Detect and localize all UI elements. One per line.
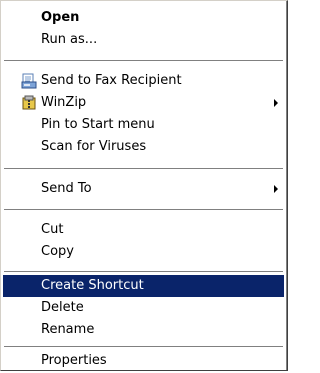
menu-item-pin-to-start-menu[interactable]: Pin to Start menu [3,114,284,136]
submenu-arrow-icon [274,99,278,107]
menu-item-label: Rename [41,322,95,337]
menu-item-copy[interactable]: Copy [3,241,284,263]
menu-item-send-to[interactable]: Send To [3,178,284,200]
menu-item-label: Properties [41,353,107,368]
menu-item-label: WinZip [41,95,87,110]
context-menu: Open Run as... Send to Fax Recipient Win… [0,0,288,371]
menu-separator [4,209,283,211]
menu-item-winzip[interactable]: WinZip [3,92,284,114]
menu-item-label: Delete [41,300,84,315]
menu-item-properties[interactable]: Properties [3,350,284,372]
menu-separator [4,271,283,273]
menu-item-label: Scan for Viruses [41,139,147,154]
menu-item-create-shortcut[interactable]: Create Shortcut [3,275,284,297]
menu-item-open[interactable]: Open [3,7,284,29]
menu-item-run-as[interactable]: Run as... [3,29,284,51]
submenu-arrow-icon [274,185,278,193]
menu-item-label: Cut [41,222,64,237]
menu-item-label: Send to Fax Recipient [41,73,182,88]
menu-item-cut[interactable]: Cut [3,219,284,241]
menu-item-delete[interactable]: Delete [3,297,284,319]
winzip-icon [21,95,37,111]
menu-item-label: Run as... [41,32,98,47]
menu-item-label: Open [41,10,80,25]
menu-separator [4,346,283,348]
menu-item-label: Create Shortcut [41,278,144,293]
menu-separator [4,168,283,170]
menu-separator [4,60,283,62]
menu-item-label: Send To [41,181,92,196]
menu-item-rename[interactable]: Rename [3,319,284,341]
menu-item-label: Copy [41,244,74,259]
menu-item-label: Pin to Start menu [41,117,155,132]
menu-item-scan-for-viruses[interactable]: Scan for Viruses [3,136,284,158]
fax-icon [21,73,37,89]
menu-item-send-to-fax-recipient[interactable]: Send to Fax Recipient [3,70,284,92]
